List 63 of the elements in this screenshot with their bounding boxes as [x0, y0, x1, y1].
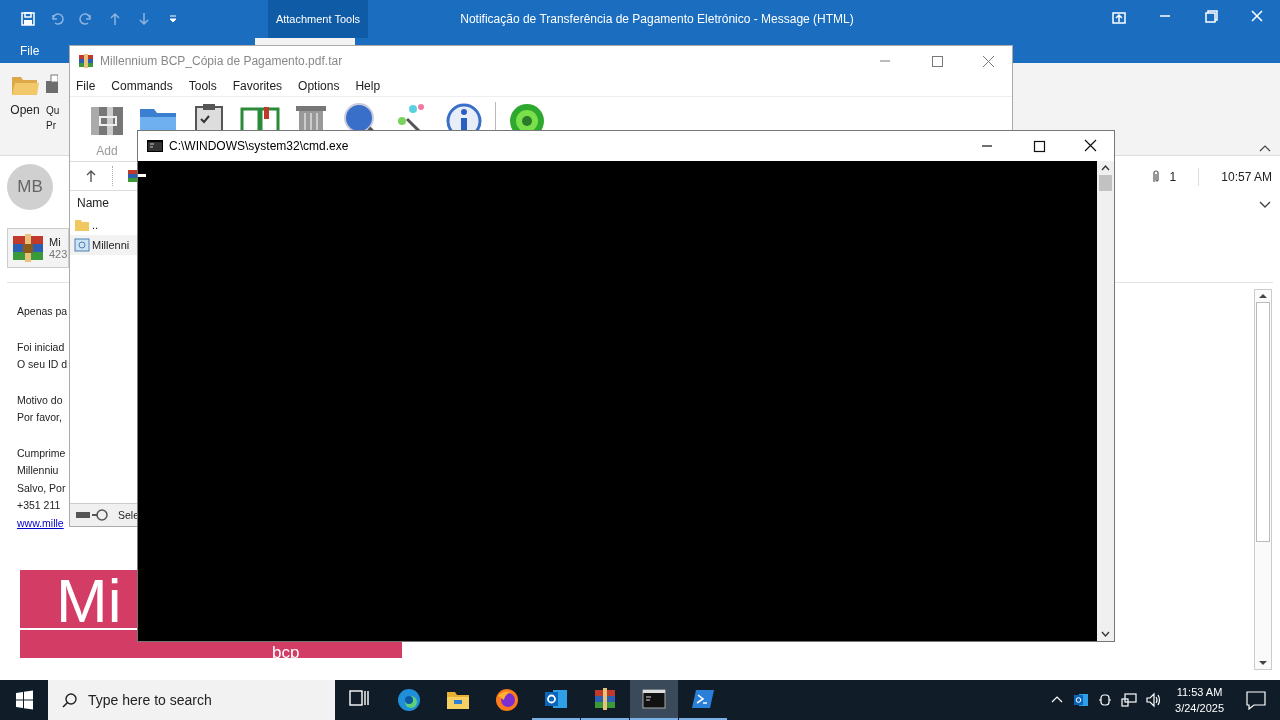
body-text-line: Foi iniciad — [17, 339, 65, 355]
scrollbar[interactable] — [1097, 161, 1114, 641]
scroll-thumb[interactable] — [1256, 302, 1270, 542]
scroll-thumb[interactable] — [1099, 175, 1112, 191]
search-field[interactable]: Type here to search — [48, 680, 335, 720]
window-title: Millennium BCP_Cópia de Pagamento.pdf.tar — [100, 54, 343, 68]
ribbon-tab[interactable]: File — [0, 38, 60, 63]
avatar: MB — [7, 164, 53, 210]
archive-icon — [11, 232, 45, 264]
body-text-line: Millenniu — [17, 463, 59, 478]
folder-icon — [74, 217, 90, 233]
device-icon[interactable] — [1097, 692, 1114, 708]
menu-item[interactable]: File — [76, 79, 96, 93]
menu-item[interactable]: Tools — [188, 79, 217, 93]
archive-icon — [593, 687, 617, 711]
mail-app-icon[interactable] — [1073, 692, 1090, 708]
attachment-count: 1 — [1169, 170, 1177, 184]
speaker-icon[interactable] — [1145, 692, 1162, 708]
body-text-line: Apenas pa — [17, 304, 68, 319]
console-icon — [642, 687, 666, 711]
collapse-ribbon-icon[interactable] — [1258, 143, 1272, 153]
body-text-line: O seu ID d — [17, 357, 68, 372]
winrar-icon — [78, 53, 94, 69]
ribbon-button[interactable]: Open — [0, 63, 46, 118]
up-arrow-icon[interactable] — [84, 169, 98, 183]
menu-item[interactable]: Options — [298, 79, 340, 93]
menu-item[interactable]: Help — [355, 79, 381, 93]
file-row[interactable]: Millenni — [70, 235, 137, 255]
search-icon — [62, 692, 78, 708]
mail-app-icon — [544, 687, 568, 711]
attachment-card[interactable]: Mi 423 — [7, 228, 69, 268]
body-text-line: Motivo do — [17, 392, 63, 408]
context-tab[interactable]: Attachment Tools — [268, 0, 368, 38]
info-icon — [444, 101, 484, 130]
menu-item[interactable]: Commands — [111, 79, 173, 93]
edge-icon — [397, 688, 421, 712]
scrollbar[interactable] — [1254, 289, 1272, 670]
file-row[interactable]: .. — [70, 215, 137, 235]
ribbon-button[interactable]: Qu Pr — [46, 63, 59, 133]
clock-time[interactable]: 11:53 AM — [1176, 684, 1223, 700]
taskbar-app-button[interactable] — [630, 680, 678, 720]
body-text-line: Cumprime — [17, 445, 66, 461]
window-title: C:\WINDOWS\system32\cmd.exe — [169, 139, 349, 153]
menu-item[interactable]: Favorites — [232, 79, 283, 93]
attachment-size: 423 — [49, 248, 68, 260]
file-icon — [74, 237, 90, 253]
drive-key-icon — [75, 509, 111, 521]
column-header[interactable]: Name — [70, 191, 137, 215]
toolbar-button[interactable] — [444, 101, 484, 130]
attachment-name: Mi — [49, 236, 62, 248]
network-icon[interactable] — [1121, 692, 1138, 708]
firefox-icon — [495, 688, 519, 712]
body-text-line: +351 211 — [17, 498, 61, 513]
console-icon — [147, 140, 163, 152]
expand-icon[interactable] — [1258, 200, 1272, 210]
message-time: 10:57 AM — [1221, 170, 1272, 184]
save-icon[interactable] — [20, 11, 36, 27]
body-text-line: Por favor, — [17, 410, 62, 425]
terminal-icon — [691, 687, 715, 711]
website-link[interactable]: www.mille — [17, 514, 64, 532]
clock-date[interactable]: 3/24/2025 — [1175, 700, 1224, 716]
body-text-line: Salvo, Por — [17, 480, 66, 496]
window-title: Notificação de Transferência de Pagamento Eletrónico - Message (HTML) — [459, 12, 855, 26]
